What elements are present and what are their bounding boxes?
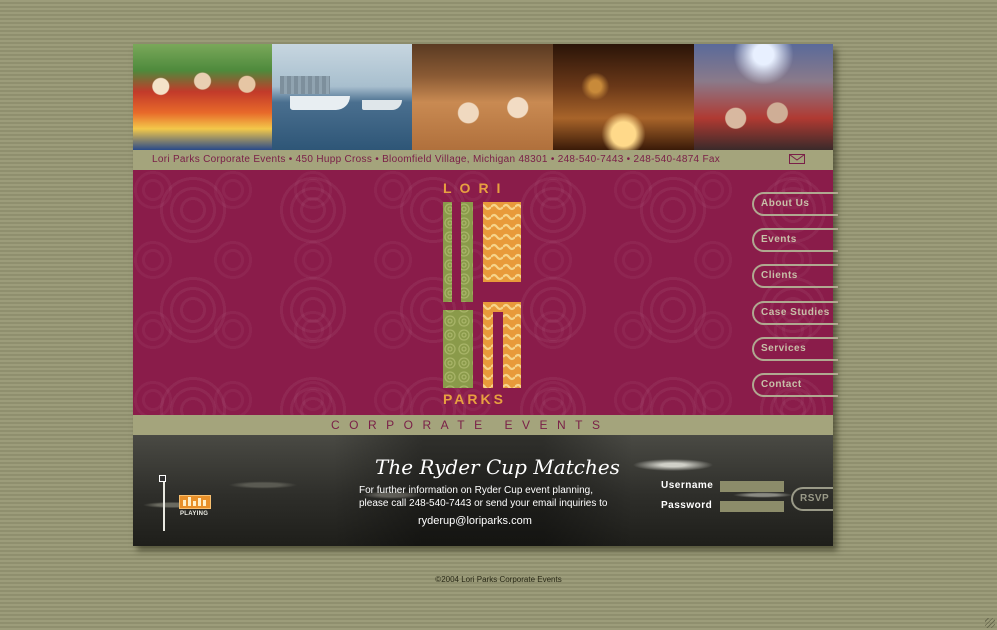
nav-label: Clients (761, 270, 798, 281)
photo-strip (133, 44, 833, 150)
nav-contact[interactable]: Contact (752, 373, 838, 397)
feature-info-line-2: please call 248-540-7443 or send your em… (359, 498, 608, 509)
address-line: Lori Parks Corporate Events • 450 Hupp C… (152, 154, 721, 165)
username-label: Username (661, 480, 714, 491)
speedboats-photo (272, 44, 412, 150)
candlelit-dining-photo (553, 44, 694, 150)
feature-email-link[interactable]: ryderup@loriparks.com (418, 515, 532, 527)
playing-label: PLAYING (180, 511, 209, 517)
logo-top-text: LORI (443, 180, 509, 196)
speedboat (290, 96, 350, 110)
folklorico-dancers-photo (133, 44, 272, 150)
username-input[interactable] (720, 481, 784, 492)
city-skyline (280, 76, 330, 94)
nav-label: About Us (761, 198, 810, 209)
logo-lp-mark (443, 202, 521, 388)
main-panel: LORI PARKS About Us Events Clients Case … (133, 170, 838, 415)
lori-parks-logo[interactable]: LORI PARKS (433, 180, 533, 412)
nav-case-studies[interactable]: Case Studies (752, 301, 838, 325)
logo-bottom-text: PARKS (443, 391, 506, 407)
music-equalizer-icon[interactable] (179, 495, 211, 509)
nav-label: Events (761, 234, 797, 245)
footer-copyright: ©2004 Lori Parks Corporate Events (435, 575, 562, 584)
password-label: Password (661, 500, 713, 511)
site-frame: Lori Parks Corporate Events • 450 Hupp C… (133, 44, 838, 546)
nav-label: Services (761, 343, 807, 354)
nav-about-us[interactable]: About Us (752, 192, 838, 216)
banquet-hall-photo (412, 44, 553, 150)
concert-crowd-photo (694, 44, 833, 150)
tagline-bar: CORPORATE EVENTS (133, 415, 833, 435)
feature-info-line-1: For further information on Ryder Cup eve… (359, 485, 594, 496)
resize-grip-icon[interactable] (985, 618, 995, 628)
address-bar: Lori Parks Corporate Events • 450 Hupp C… (133, 150, 833, 170)
volume-slider-handle[interactable] (159, 475, 166, 482)
nav-clients[interactable]: Clients (752, 264, 838, 288)
nav-events[interactable]: Events (752, 228, 838, 252)
speedboat (362, 100, 402, 110)
rsvp-button[interactable]: RSVP (791, 487, 833, 511)
feature-title: The Ryder Cup Matches (375, 455, 620, 479)
rsvp-label: RSVP (800, 493, 830, 504)
tagline: CORPORATE EVENTS (331, 418, 610, 432)
volume-slider-track[interactable] (163, 479, 165, 531)
password-input[interactable] (720, 501, 784, 512)
nav-label: Contact (761, 379, 802, 390)
nav-services[interactable]: Services (752, 337, 838, 361)
envelope-icon[interactable] (789, 154, 805, 164)
feature-panel: PLAYING The Ryder Cup Matches For furthe… (133, 435, 833, 546)
nav-label: Case Studies (761, 307, 830, 318)
